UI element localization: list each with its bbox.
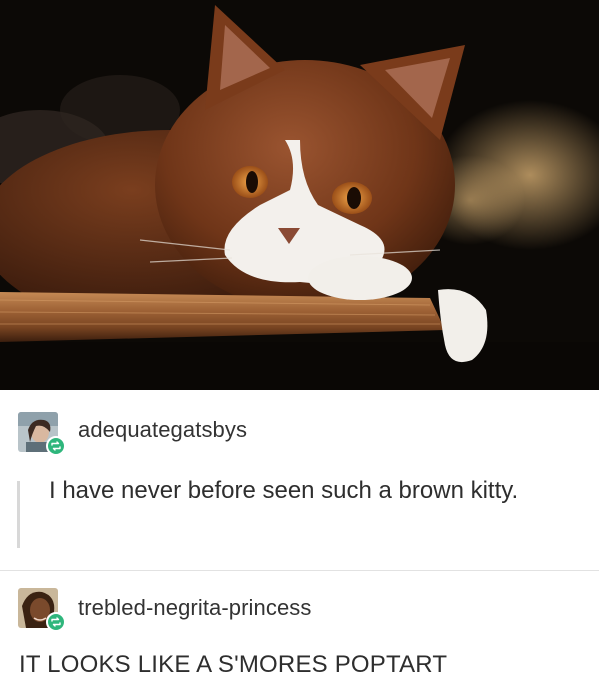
post-text: IT LOOKS LIKE A S'MORES POPTART [19, 651, 448, 678]
reblog-icon [51, 441, 61, 451]
reblog-post: adequategatsbys I have never before seen… [0, 390, 599, 570]
cat-illustration [0, 0, 599, 390]
username[interactable]: adequategatsbys [78, 417, 247, 443]
quote-bar [17, 481, 20, 548]
cat-photo [0, 0, 599, 390]
reblog-post: trebled-negrita-princess IT LOOKS LIKE A… [0, 571, 599, 697]
username[interactable]: trebled-negrita-princess [78, 595, 312, 621]
reblog-icon [51, 617, 61, 627]
reblog-badge [46, 612, 66, 632]
reblog-badge [46, 436, 66, 456]
post-text: I have never before seen such a brown ki… [49, 477, 519, 504]
